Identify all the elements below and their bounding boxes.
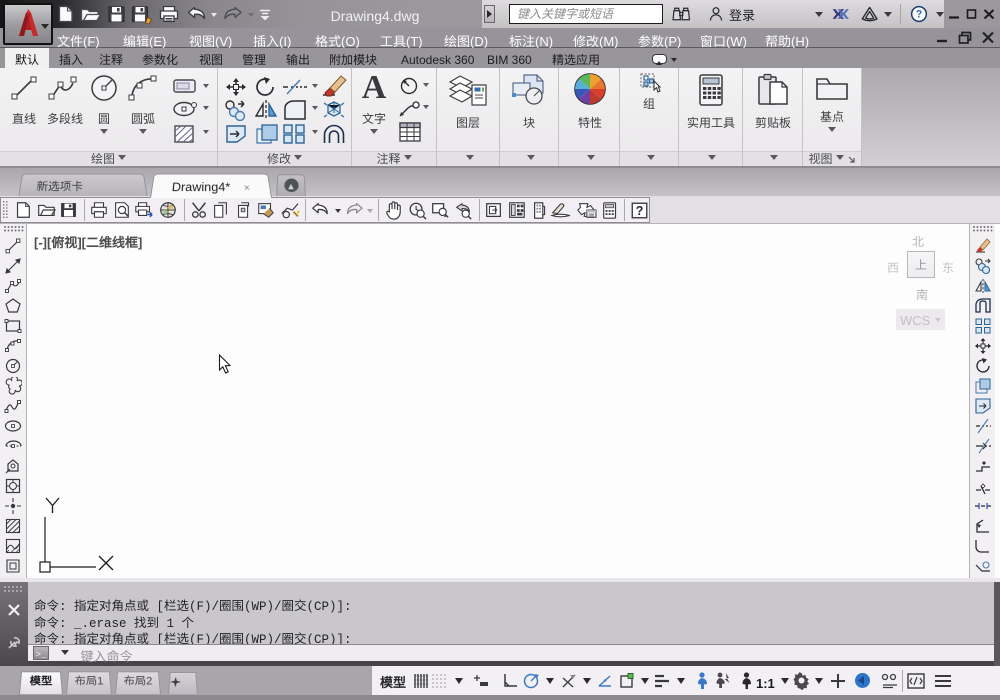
svg-text:?: ?: [916, 9, 922, 21]
svg-text:?: ?: [636, 204, 644, 218]
